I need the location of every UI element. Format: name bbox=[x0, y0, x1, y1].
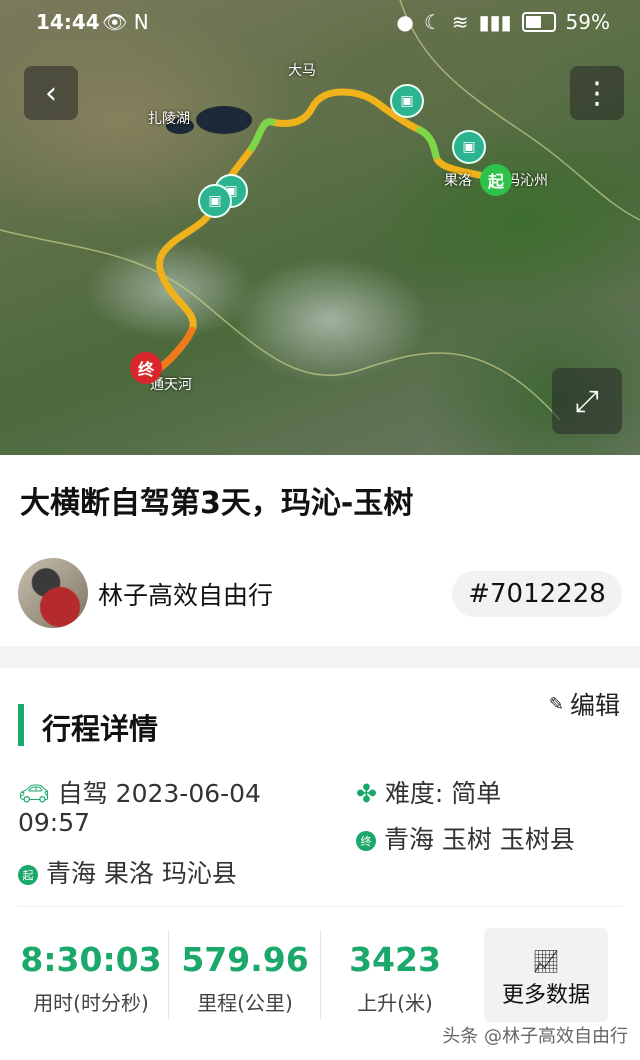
edit-icon: ✎ bbox=[548, 693, 564, 715]
travel-mode-row: 🚗︎ 自驾 2023-06-04 bbox=[18, 774, 261, 810]
map-label-start-2: 玛沁州 bbox=[506, 173, 548, 189]
puzzle-icon: ✤ bbox=[356, 779, 377, 808]
end-location: 青海 玉树 玉树县 bbox=[383, 825, 575, 854]
stat-label: 里程(公里) bbox=[197, 991, 293, 1015]
battery-icon bbox=[521, 12, 556, 32]
status-bar: 14:44 👁 N ● ☾ ≋ ▮▮▮ 59% bbox=[0, 0, 640, 48]
chart-icon: 📈︎ bbox=[532, 950, 560, 975]
stat-distance: 579.96 里程(公里) bbox=[172, 940, 318, 1016]
edit-button[interactable]: ✎ 编辑 bbox=[549, 686, 620, 722]
image-icon: ▣ bbox=[208, 193, 222, 209]
fullscreen-icon: ⤢ bbox=[575, 383, 599, 419]
image-icon: ▣ bbox=[462, 139, 476, 155]
more-vertical-icon: ⋮ bbox=[582, 75, 612, 111]
back-button[interactable]: ‹ bbox=[24, 66, 78, 120]
edit-label: 编辑 bbox=[569, 691, 620, 720]
stat-value: 3423 bbox=[349, 940, 441, 979]
location-icon: ● bbox=[396, 10, 414, 34]
image-icon: ▣ bbox=[400, 93, 414, 109]
trip-id-tag[interactable]: #7012228 bbox=[452, 571, 622, 617]
author-name[interactable]: 林子高效自由行 bbox=[98, 576, 273, 612]
status-right: ● ☾ ≋ ▮▮▮ 59% bbox=[396, 10, 610, 34]
start-marker[interactable]: 起 bbox=[480, 164, 512, 196]
section-title: 行程详情 bbox=[42, 712, 159, 746]
lake-shape bbox=[196, 106, 252, 134]
start-location-row: 起 青海 果洛 玛沁县 bbox=[18, 854, 237, 890]
map-label-lake: 扎陵湖 bbox=[148, 111, 190, 127]
stat-duration: 8:30:03 用时(时分秒) bbox=[18, 940, 164, 1016]
end-badge-icon: 终 bbox=[356, 831, 376, 851]
end-marker[interactable]: 终 bbox=[130, 352, 162, 384]
photo-marker[interactable]: ▣ bbox=[452, 130, 486, 164]
difficulty-row: ✤ 难度: 简单 bbox=[356, 774, 501, 810]
route-line bbox=[156, 88, 496, 372]
watermark: 头条 @林子高效自由行 bbox=[442, 1026, 628, 1047]
more-menu-button[interactable]: ⋮ bbox=[570, 66, 624, 120]
route-map[interactable]: 14:44 👁 N ● ☾ ≋ ▮▮▮ 59% ‹ ⋮ ⤢ 大马 扎陵湖 果洛 … bbox=[0, 0, 640, 455]
details-divider bbox=[18, 906, 622, 907]
back-icon: ‹ bbox=[45, 75, 57, 111]
start-badge-icon: 起 bbox=[18, 865, 38, 885]
photo-marker[interactable]: ▣ bbox=[198, 184, 232, 218]
status-time: 14:44 bbox=[36, 10, 100, 34]
car-icon: 🚗︎ bbox=[18, 779, 50, 808]
more-data-button[interactable]: 📈︎ 更多数据 bbox=[484, 928, 608, 1022]
stat-value: 8:30:03 bbox=[20, 940, 162, 979]
stat-elevation: 3423 上升(米) bbox=[322, 940, 468, 1016]
map-label-start: 果洛 bbox=[444, 173, 472, 189]
map-terrain bbox=[0, 0, 640, 421]
stat-separator bbox=[320, 930, 321, 1020]
map-label-top: 大马 bbox=[288, 63, 316, 79]
signal-icon: ▮▮▮ bbox=[478, 10, 512, 34]
battery-percent: 59% bbox=[565, 10, 610, 34]
section-divider bbox=[0, 646, 640, 668]
wifi-icon: ≋ bbox=[451, 10, 469, 34]
stat-separator bbox=[168, 930, 169, 1020]
travel-mode: 自驾 bbox=[57, 779, 108, 808]
start-location: 青海 果洛 玛沁县 bbox=[45, 859, 237, 888]
avatar[interactable] bbox=[18, 558, 88, 628]
difficulty-label: 难度: bbox=[384, 779, 444, 808]
trip-date: 2023-06-04 bbox=[115, 779, 261, 808]
stat-value: 579.96 bbox=[181, 940, 309, 979]
section-accent-bar bbox=[18, 704, 24, 746]
photo-marker[interactable]: ▣ bbox=[390, 84, 424, 118]
moon-icon: ☾ bbox=[423, 10, 442, 34]
trip-time: 09:57 bbox=[18, 808, 91, 837]
status-icons: 👁 N bbox=[102, 10, 149, 34]
trip-title: 大横断自驾第3天，玛沁-玉树 bbox=[20, 486, 414, 521]
end-location-row: 终 青海 玉树 玉树县 bbox=[356, 820, 575, 856]
battery-fill bbox=[525, 16, 541, 28]
difficulty-value: 简单 bbox=[451, 779, 502, 808]
more-data-label: 更多数据 bbox=[501, 983, 590, 1008]
stat-label: 用时(时分秒) bbox=[33, 991, 149, 1015]
stat-label: 上升(米) bbox=[357, 991, 433, 1015]
fullscreen-button[interactable]: ⤢ bbox=[552, 368, 622, 434]
